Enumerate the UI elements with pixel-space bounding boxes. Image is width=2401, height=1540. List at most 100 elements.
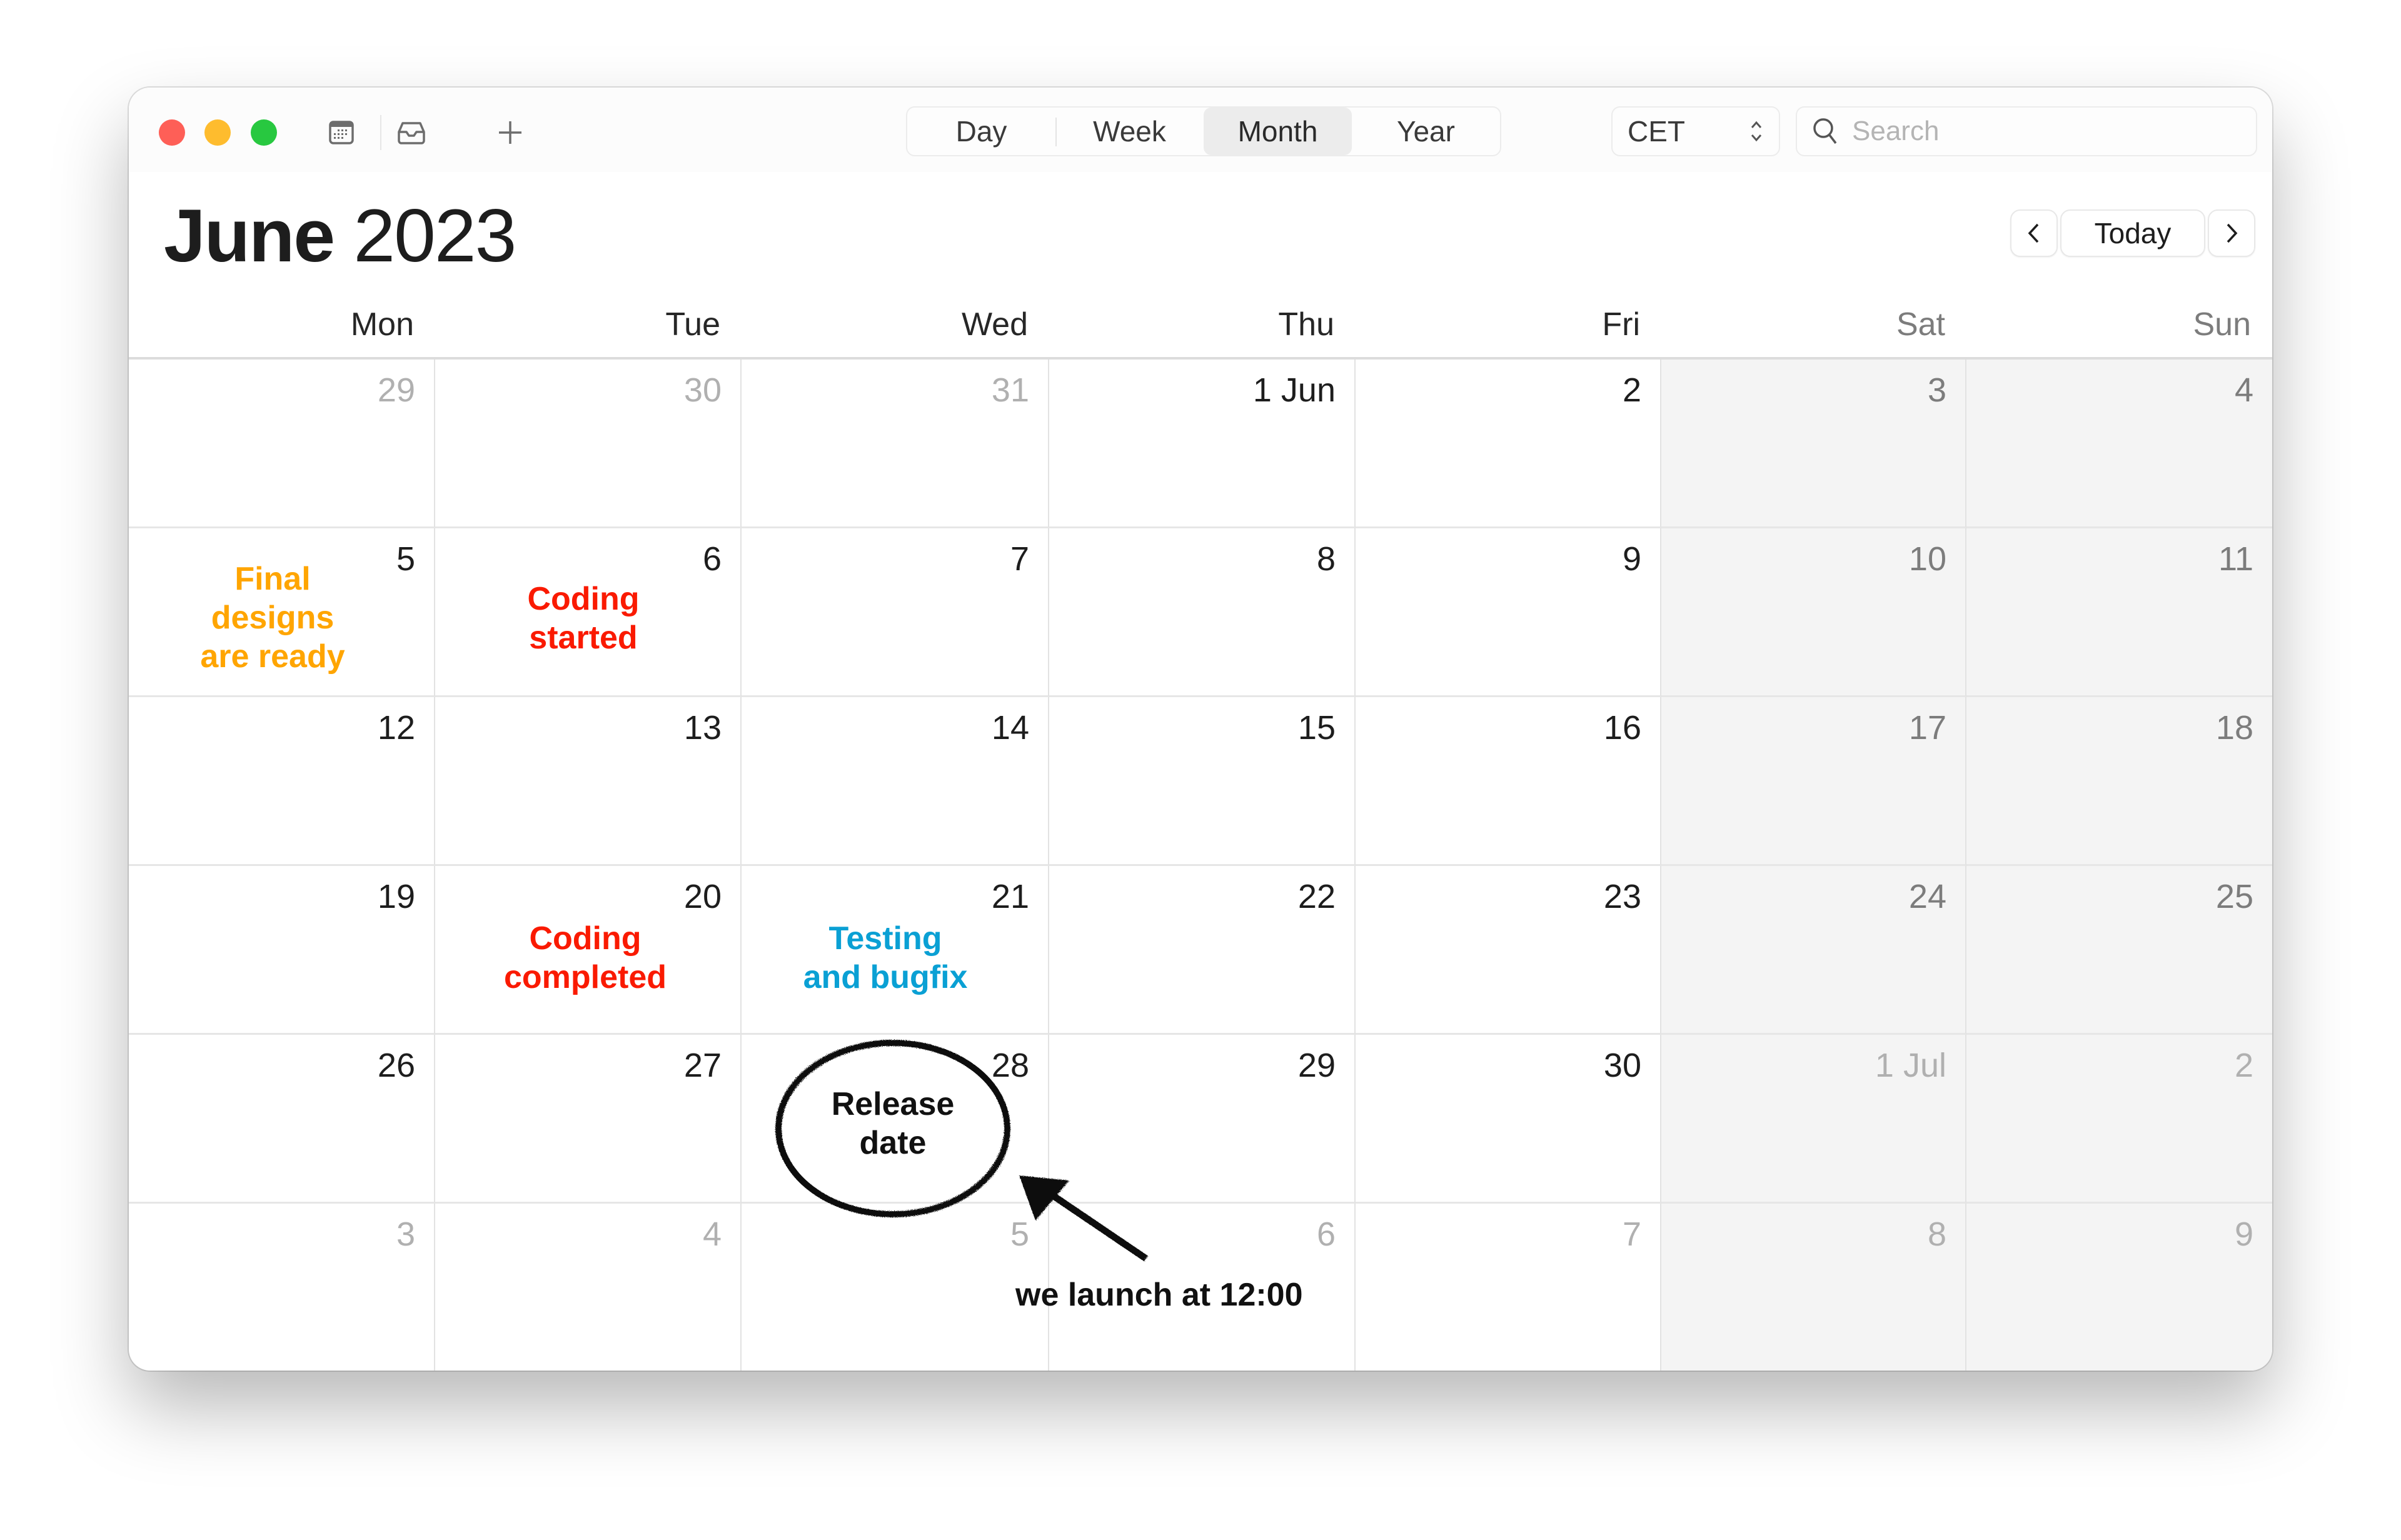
day-number: 5 [1010,1215,1029,1253]
label-line: started [529,620,638,656]
label-line: Coding [529,920,642,957]
final-designs-label: Final designs are ready [188,560,357,676]
view-tab-year[interactable]: Year [1352,108,1500,155]
view-tab-week[interactable]: Week [1055,108,1204,155]
day-cell[interactable]: 24 [1661,866,1966,1035]
day-number: 26 [377,1047,415,1084]
view-switcher: Day Week Month Year [906,106,1501,156]
day-cell[interactable]: 29 [129,360,435,528]
day-cell[interactable]: 5 [742,1204,1049,1371]
day-number: 23 [1603,878,1641,915]
chevron-right-icon [2227,223,2238,243]
chevron-left-icon [2028,223,2039,243]
day-cell[interactable]: 30 [435,360,742,528]
day-cell[interactable]: 22 [1049,866,1356,1035]
day-number: 30 [1603,1047,1641,1084]
day-cell[interactable]: 29 [1049,1035,1356,1204]
weekday-thu: Thu [1278,306,1334,343]
day-number: 7 [1010,540,1029,578]
next-month-button[interactable] [2208,209,2255,257]
view-tab-day[interactable]: Day [907,108,1055,155]
search-field[interactable] [1796,106,2257,156]
toolbar: Day Week Month Year CET [129,88,2272,172]
day-cell[interactable]: 16 [1356,697,1661,866]
minimize-window-button[interactable] [204,119,231,146]
day-cell[interactable]: 31 [742,360,1049,528]
day-cell[interactable]: 9 [1356,528,1661,697]
chevron-updown-icon [1751,121,1762,142]
search-input[interactable] [1851,115,2228,148]
day-number: 2 [1622,371,1641,409]
day-cell[interactable]: 10 [1661,528,1966,697]
inbox-button[interactable] [394,115,429,150]
day-cell[interactable]: 8 [1661,1204,1966,1371]
day-number: 4 [2234,371,2253,409]
timezone-select[interactable]: CET [1611,106,1780,156]
day-cell[interactable]: 12 [129,697,435,866]
weekday-wed: Wed [962,306,1028,343]
day-cell[interactable]: 23 [1356,866,1661,1035]
day-cell[interactable]: 17 [1661,697,1966,866]
day-number: 8 [1927,1215,1946,1253]
day-cell[interactable]: 7 [1356,1204,1661,1371]
day-number: 15 [1297,709,1336,747]
day-cell[interactable]: 27 [435,1035,742,1204]
day-cell[interactable]: 19 [129,866,435,1035]
view-tab-label: Week [1093,115,1166,148]
weekday-header: Mon Tue Wed Thu Fri Sat Sun [129,291,2272,358]
label-line: Coding [527,581,640,617]
day-number: 3 [396,1215,415,1253]
day-cell[interactable]: 8 [1049,528,1356,697]
day-cell[interactable]: 11 [1966,528,2272,697]
day-cell[interactable]: 1 Jun [1049,360,1356,528]
today-button[interactable]: Today [2060,209,2205,257]
add-event-button[interactable] [493,115,528,150]
day-number: 18 [2215,709,2253,747]
previous-month-button[interactable] [2010,209,2058,257]
day-number: 19 [377,878,415,915]
day-cell[interactable]: 2 [1966,1035,2272,1204]
year: 2023 [353,194,516,278]
day-cell[interactable]: 4 [1966,360,2272,528]
segment-divider [1055,118,1057,146]
weekday-sun: Sun [2193,306,2251,343]
day-cell[interactable]: 4 [435,1204,742,1371]
day-cell[interactable]: 1 Jul [1661,1035,1966,1204]
day-number: 1 Jun [1252,371,1336,409]
calendar-list-button[interactable] [324,115,359,150]
month-title: June 2023 [164,193,516,279]
day-number: 29 [1297,1047,1336,1084]
day-cell[interactable]: 18 [1966,697,2272,866]
day-number: 9 [2234,1215,2253,1253]
label-line: Final [234,561,311,597]
zoom-window-button[interactable] [251,119,277,146]
day-cell[interactable]: 9 [1966,1204,2272,1371]
close-window-button[interactable] [159,119,185,146]
day-cell[interactable]: 2 [1356,360,1661,528]
day-number: 28 [991,1047,1029,1084]
day-cell[interactable]: 13 [435,697,742,866]
day-number: 10 [1908,540,1946,578]
day-number: 6 [702,540,722,578]
day-cell[interactable]: 25 [1966,866,2272,1035]
day-cell[interactable]: 26 [129,1035,435,1204]
day-number: 6 [1316,1215,1336,1253]
month-name: June [164,194,335,278]
coding-completed-label: Coding completed [491,919,679,997]
day-cell[interactable]: 14 [742,697,1049,866]
weekday-fri: Fri [1602,306,1640,343]
day-cell[interactable]: 15 [1049,697,1356,866]
weekday-tue: Tue [665,306,720,343]
day-cell[interactable]: 30 [1356,1035,1661,1204]
day-number: 21 [991,878,1029,915]
inbox-icon [398,122,425,144]
view-tab-month[interactable]: Month [1204,108,1352,155]
day-cell[interactable]: 7 [742,528,1049,697]
day-number: 7 [1622,1215,1641,1253]
day-cell[interactable]: 3 [1661,360,1966,528]
calendar-window: Day Week MonthYear CET June 2023 Today [129,88,2272,1371]
day-cell[interactable]: 3 [129,1204,435,1371]
day-number: 31 [991,371,1029,409]
toolbar-divider [380,115,381,150]
day-number: 16 [1603,709,1641,747]
